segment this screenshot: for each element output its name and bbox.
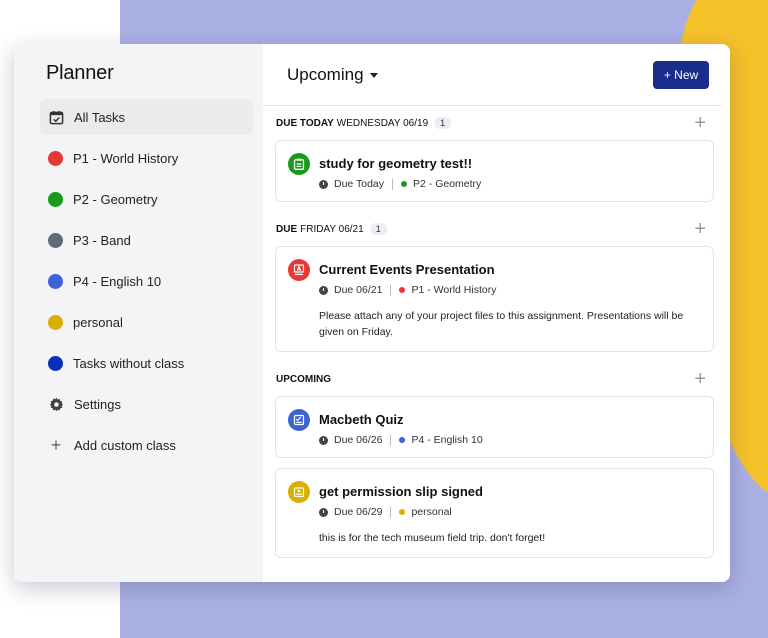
presentation-icon [288,259,310,281]
sidebar-item-label: P1 - World History [73,150,179,166]
task-card-body: Macbeth Quiz Due 06/26 P4 - English 10 [319,409,701,446]
task-due: Due 06/21 [334,284,383,296]
task-title: Macbeth Quiz [319,412,404,427]
sidebar-item-label: All Tasks [74,109,126,125]
sidebar-nav: All Tasks P1 - World History P2 - Geomet… [14,99,263,463]
add-task-plus-icon[interactable]: + [694,219,706,239]
task-card[interactable]: Macbeth Quiz Due 06/26 P4 - English 10 [275,396,714,458]
class-color-dot [399,437,406,443]
view-label: Upcoming [287,64,364,84]
clock-icon [319,285,328,295]
sidebar-item-settings[interactable]: Settings [40,386,253,422]
new-task-button[interactable]: + New [653,60,709,89]
task-due: Due 06/26 [334,434,383,446]
task-meta: Due 06/29 personal [319,506,701,518]
planner-window: Planner All Tasks P1 - World History P2 … [14,44,730,582]
calendar-check-icon [48,109,64,125]
count-badge: 1 [369,223,387,235]
class-color-dot [399,287,406,293]
clipboard-icon [288,153,310,175]
sidebar-item-label: Settings [74,396,121,412]
task-class: P1 - World History [411,284,497,296]
task-class: personal [411,506,452,518]
sidebar-item-label: P3 - Band [73,232,131,248]
section-header-upcoming: UPCOMING + [263,362,722,396]
task-meta: Due 06/26 P4 - English 10 [319,434,701,446]
clock-icon [319,507,328,517]
class-color-dot [401,181,408,187]
class-color-dot [48,191,63,207]
sidebar: Planner All Tasks P1 - World History P2 … [14,44,263,582]
sidebar-item-label: personal [73,314,123,330]
section-title-bold: DUE [276,223,298,235]
document-icon [288,481,310,503]
section-title: DUE FRIDAY 06/21 1 [276,223,387,235]
sidebar-item-add-custom-class[interactable]: + Add custom class [40,427,253,463]
task-title: get permission slip signed [319,484,483,499]
task-description: this is for the tech museum field trip. … [319,532,546,544]
task-card-body: get permission slip signed Due 06/29 per… [319,481,701,546]
section-title-date: FRIDAY 06/21 [300,223,364,235]
quiz-icon [288,409,310,431]
sidebar-item-p3-band[interactable]: P3 - Band [40,222,253,258]
task-title: study for geometry test!! [319,156,473,171]
sidebar-item-personal[interactable]: personal [40,304,253,340]
count-badge: 1 [434,117,452,129]
task-due: Due 06/29 [334,506,383,518]
task-card[interactable]: study for geometry test!! Due Today P2 -… [275,140,714,202]
sidebar-item-p2-geometry[interactable]: P2 - Geometry [40,181,253,217]
class-color-dot [48,314,63,330]
sidebar-item-label: P2 - Geometry [73,191,158,207]
sidebar-item-label: Add custom class [74,437,176,453]
plus-icon: + [50,435,62,455]
app-title: Planner [46,62,114,84]
task-meta: Due 06/21 P1 - World History [319,284,701,296]
task-description: Please attach any of your project files … [319,310,684,338]
task-meta: Due Today P2 - Geometry [319,178,701,190]
task-title: Current Events Presentation [319,262,495,277]
class-color-dot [399,509,406,515]
section-title-bold: UPCOMING [276,373,331,385]
meta-divider [392,178,394,190]
add-task-plus-icon[interactable]: + [694,113,706,133]
task-card-body: Current Events Presentation Due 06/21 P1… [319,259,701,340]
task-card[interactable]: get permission slip signed Due 06/29 per… [275,468,714,558]
section-title-date: WEDNESDAY 06/19 [336,117,429,129]
class-color-dot [48,232,63,248]
section-title: DUE TODAY WEDNESDAY 06/19 1 [276,117,452,129]
meta-divider [390,434,392,446]
task-due: Due Today [334,178,385,190]
section-title: UPCOMING [276,374,334,385]
caret-down-icon [369,73,378,78]
clock-icon [319,435,328,445]
clock-icon [319,179,328,189]
main-panel: Upcoming + New DUE TODAY WEDNESDAY 06/19… [263,44,730,582]
section-title-bold: DUE TODAY [276,117,334,129]
task-class: P2 - Geometry [413,178,482,190]
section-header-due-friday: DUE FRIDAY 06/21 1 + [263,212,722,246]
add-task-plus-icon[interactable]: + [694,369,706,389]
sidebar-item-label: Tasks without class [73,355,185,371]
meta-divider [390,284,392,296]
sidebar-item-p4-english-10[interactable]: P4 - English 10 [40,263,253,299]
class-color-dot [48,355,63,371]
task-card-body: study for geometry test!! Due Today P2 -… [319,153,701,190]
sidebar-item-tasks-without-class[interactable]: Tasks without class [40,345,253,381]
main-header: Upcoming + New [263,44,722,106]
sidebar-item-all-tasks[interactable]: All Tasks [40,99,253,135]
section-header-due-today: DUE TODAY WEDNESDAY 06/19 1 + [263,106,722,140]
class-color-dot [48,150,63,166]
task-class: P4 - English 10 [411,434,483,446]
class-color-dot [48,273,63,289]
gear-icon [48,396,64,412]
view-dropdown[interactable]: Upcoming [287,65,378,85]
sidebar-item-p1-world-history[interactable]: P1 - World History [40,140,253,176]
meta-divider [390,506,392,518]
sidebar-item-label: P4 - English 10 [73,273,162,289]
task-card[interactable]: Current Events Presentation Due 06/21 P1… [275,246,714,352]
